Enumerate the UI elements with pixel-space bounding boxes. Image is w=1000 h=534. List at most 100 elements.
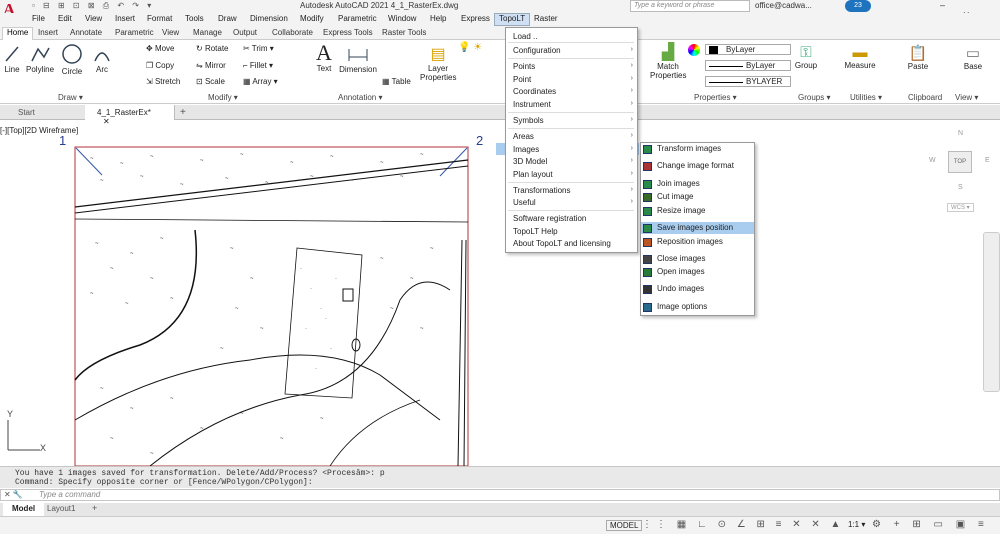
groups-panel-label[interactable]: Groups ▾ bbox=[798, 93, 830, 102]
tab-insert[interactable]: Insert bbox=[38, 28, 58, 37]
topolt-menu-item-areas[interactable]: Areas › bbox=[513, 132, 633, 141]
tab-model[interactable]: Model bbox=[3, 503, 45, 516]
viewcube-north[interactable]: N bbox=[958, 130, 963, 137]
topolt-menu-item-topolt-help[interactable]: TopoLT Help bbox=[513, 227, 633, 236]
view-panel-label[interactable]: View ▾ bbox=[955, 93, 978, 102]
quick-access-toolbar[interactable]: ▫ ⊟ ⊞ ⊡ ⊠ ⎙ ↶ ↷ ▾ bbox=[32, 1, 182, 12]
paste-button[interactable]: 📋 Paste bbox=[905, 44, 931, 71]
images-submenu-item-open-images[interactable]: Open images bbox=[641, 266, 754, 278]
menu-view[interactable]: View bbox=[85, 14, 102, 23]
tab-express-tools[interactable]: Express Tools bbox=[323, 28, 373, 37]
images-submenu-item-image-options[interactable]: Image options bbox=[641, 301, 754, 313]
menu-tools[interactable]: Tools bbox=[185, 14, 204, 23]
measure-button[interactable]: ▬ Measure bbox=[844, 44, 876, 70]
images-submenu-item-resize-image[interactable]: Resize image bbox=[641, 205, 754, 217]
topolt-menu-item-software-registration[interactable]: Software registration bbox=[513, 214, 633, 223]
tab-home[interactable]: Home bbox=[2, 27, 34, 40]
modify-panel-label[interactable]: Modify ▾ bbox=[208, 93, 238, 102]
annotation-scale[interactable]: 1:1 ▾ bbox=[848, 520, 865, 529]
text-button[interactable]: A Text bbox=[313, 42, 335, 74]
tab-layout1[interactable]: Layout1 bbox=[47, 504, 75, 513]
annotation-panel-label[interactable]: Annotation ▾ bbox=[338, 93, 383, 102]
group-button[interactable]: ⚿ Group bbox=[794, 44, 818, 70]
menu-file[interactable]: File bbox=[32, 14, 45, 23]
minimize-icon[interactable]: – bbox=[940, 0, 959, 10]
stretch-button[interactable]: ⇲ Stretch bbox=[146, 77, 180, 86]
fillet-button[interactable]: ⌐ Fillet ▾ bbox=[243, 61, 273, 70]
lineweight-select[interactable]: BYLAYER bbox=[705, 76, 791, 87]
color-select[interactable]: ByLayer bbox=[705, 44, 791, 55]
menu-topolt[interactable]: TopoLT bbox=[494, 13, 531, 26]
status-toggle-icons[interactable]: ⋮⋮ ▦ ∟ ⊙ ∠ ⊞ ≡ ✕ ✕ ▲ bbox=[642, 519, 844, 530]
layer-bulb-icons[interactable]: 💡 ☀ bbox=[458, 42, 498, 60]
topolt-menu-item-about-topolt-and-licensing[interactable]: About TopoLT and licensing bbox=[513, 239, 633, 248]
base-button[interactable]: ▭ Base bbox=[960, 44, 986, 71]
trim-button[interactable]: ✂ Trim ▾ bbox=[243, 44, 274, 53]
topolt-menu-item-useful[interactable]: Useful › bbox=[513, 198, 633, 207]
clipboard-panel-label[interactable]: Clipboard bbox=[908, 93, 942, 102]
dimension-button[interactable]: Dimension bbox=[338, 43, 378, 74]
viewcube-south[interactable]: S bbox=[958, 184, 963, 191]
utilities-panel-label[interactable]: Utilities ▾ bbox=[850, 93, 882, 102]
model-space-toggle[interactable]: MODEL bbox=[606, 520, 643, 531]
navigation-bar[interactable] bbox=[983, 232, 1000, 392]
menu-window[interactable]: Window bbox=[388, 14, 416, 23]
images-submenu-item-save-images-position[interactable]: Save images position bbox=[641, 222, 754, 234]
topolt-menu-item-3d-model[interactable]: 3D Model › bbox=[513, 157, 633, 166]
status-settings-icons[interactable]: ⚙ + ⊞ ▭ ▣ ≡ bbox=[872, 519, 989, 530]
topolt-menu-item-configuration[interactable]: Configuration › bbox=[513, 46, 633, 55]
scale-button[interactable]: ⊡ Scale bbox=[196, 77, 225, 86]
images-submenu-item-join-images[interactable]: Join images bbox=[641, 178, 754, 190]
menu-parametric[interactable]: Parametric bbox=[338, 14, 377, 23]
menu-format[interactable]: Format bbox=[147, 14, 172, 23]
topolt-menu-item-load-[interactable]: Load .. bbox=[513, 32, 633, 41]
properties-panel-label[interactable]: Properties ▾ bbox=[694, 93, 737, 102]
draw-panel-label[interactable]: Draw ▾ bbox=[58, 93, 83, 102]
linetype-select[interactable]: ByLayer bbox=[705, 60, 791, 71]
menu-modify[interactable]: Modify bbox=[300, 14, 324, 23]
user-account[interactable]: office@cadwa... bbox=[755, 1, 812, 10]
drawing-canvas[interactable]: ~~~~~~~~~ ~~~~~~~~ ~~~~~~~~ ~~~~~ ~~~~~ … bbox=[0, 120, 980, 466]
viewcube[interactable]: N W E S TOP WCS ▾ bbox=[925, 130, 995, 215]
images-submenu-item-cut-image[interactable]: Cut image bbox=[641, 191, 754, 203]
tab-annotate[interactable]: Annotate bbox=[70, 28, 102, 37]
match-properties-button[interactable]: ▟ Match Properties bbox=[650, 42, 686, 80]
images-submenu-item-close-images[interactable]: Close images bbox=[641, 253, 754, 265]
topolt-menu-item-plan-layout[interactable]: Plan layout › bbox=[513, 170, 633, 179]
viewcube-top-face[interactable]: TOP bbox=[948, 151, 972, 173]
menu-help[interactable]: Help bbox=[430, 14, 446, 23]
polyline-button[interactable]: Polyline bbox=[26, 45, 54, 74]
arc-button[interactable]: Arc bbox=[92, 45, 112, 74]
search-input[interactable]: Type a keyword or phrase bbox=[630, 0, 750, 12]
color-wheel-icon[interactable] bbox=[688, 44, 700, 56]
move-button[interactable]: ✥ Move bbox=[146, 44, 175, 53]
wcs-menu[interactable]: WCS ▾ bbox=[947, 203, 974, 212]
topolt-menu-item-instrument[interactable]: Instrument › bbox=[513, 100, 633, 109]
menu-insert[interactable]: Insert bbox=[115, 14, 135, 23]
tab-raster-tools[interactable]: Raster Tools bbox=[382, 28, 426, 37]
images-submenu-item-reposition-images[interactable]: Reposition images bbox=[641, 236, 754, 248]
topolt-menu-item-images[interactable]: Images › bbox=[513, 145, 633, 154]
tab-collaborate[interactable]: Collaborate bbox=[272, 28, 313, 37]
viewport-controls[interactable]: [-][Top][2D Wireframe] bbox=[0, 126, 78, 135]
viewcube-west[interactable]: W bbox=[929, 157, 936, 164]
circle-button[interactable]: Circle bbox=[60, 43, 84, 76]
command-close-icon[interactable]: ✕ 🔧 bbox=[4, 490, 23, 499]
images-submenu-item-transform-images[interactable]: Transform images bbox=[641, 143, 754, 155]
command-input[interactable]: Type a command bbox=[0, 489, 1000, 501]
menu-draw[interactable]: Draw bbox=[218, 14, 237, 23]
topolt-menu-item-point[interactable]: Point › bbox=[513, 75, 633, 84]
tab-document[interactable]: 4_1_RasterEx* ✕ bbox=[85, 105, 175, 126]
raster-image-frame[interactable] bbox=[74, 146, 469, 466]
menu-raster[interactable]: Raster bbox=[534, 14, 558, 23]
tab-manage[interactable]: Manage bbox=[193, 28, 222, 37]
notification-badge[interactable]: 23 bbox=[845, 0, 871, 12]
new-tab-icon[interactable]: + bbox=[180, 107, 186, 118]
mirror-button[interactable]: ⇋ Mirror bbox=[196, 61, 226, 70]
topolt-menu-item-symbols[interactable]: Symbols › bbox=[513, 116, 633, 125]
tab-output[interactable]: Output bbox=[233, 28, 257, 37]
viewcube-east[interactable]: E bbox=[985, 157, 990, 164]
array-button[interactable]: ▦ Array ▾ bbox=[243, 77, 278, 86]
tab-parametric[interactable]: Parametric bbox=[115, 28, 154, 37]
rotate-button[interactable]: ↻ Rotate bbox=[196, 44, 229, 53]
